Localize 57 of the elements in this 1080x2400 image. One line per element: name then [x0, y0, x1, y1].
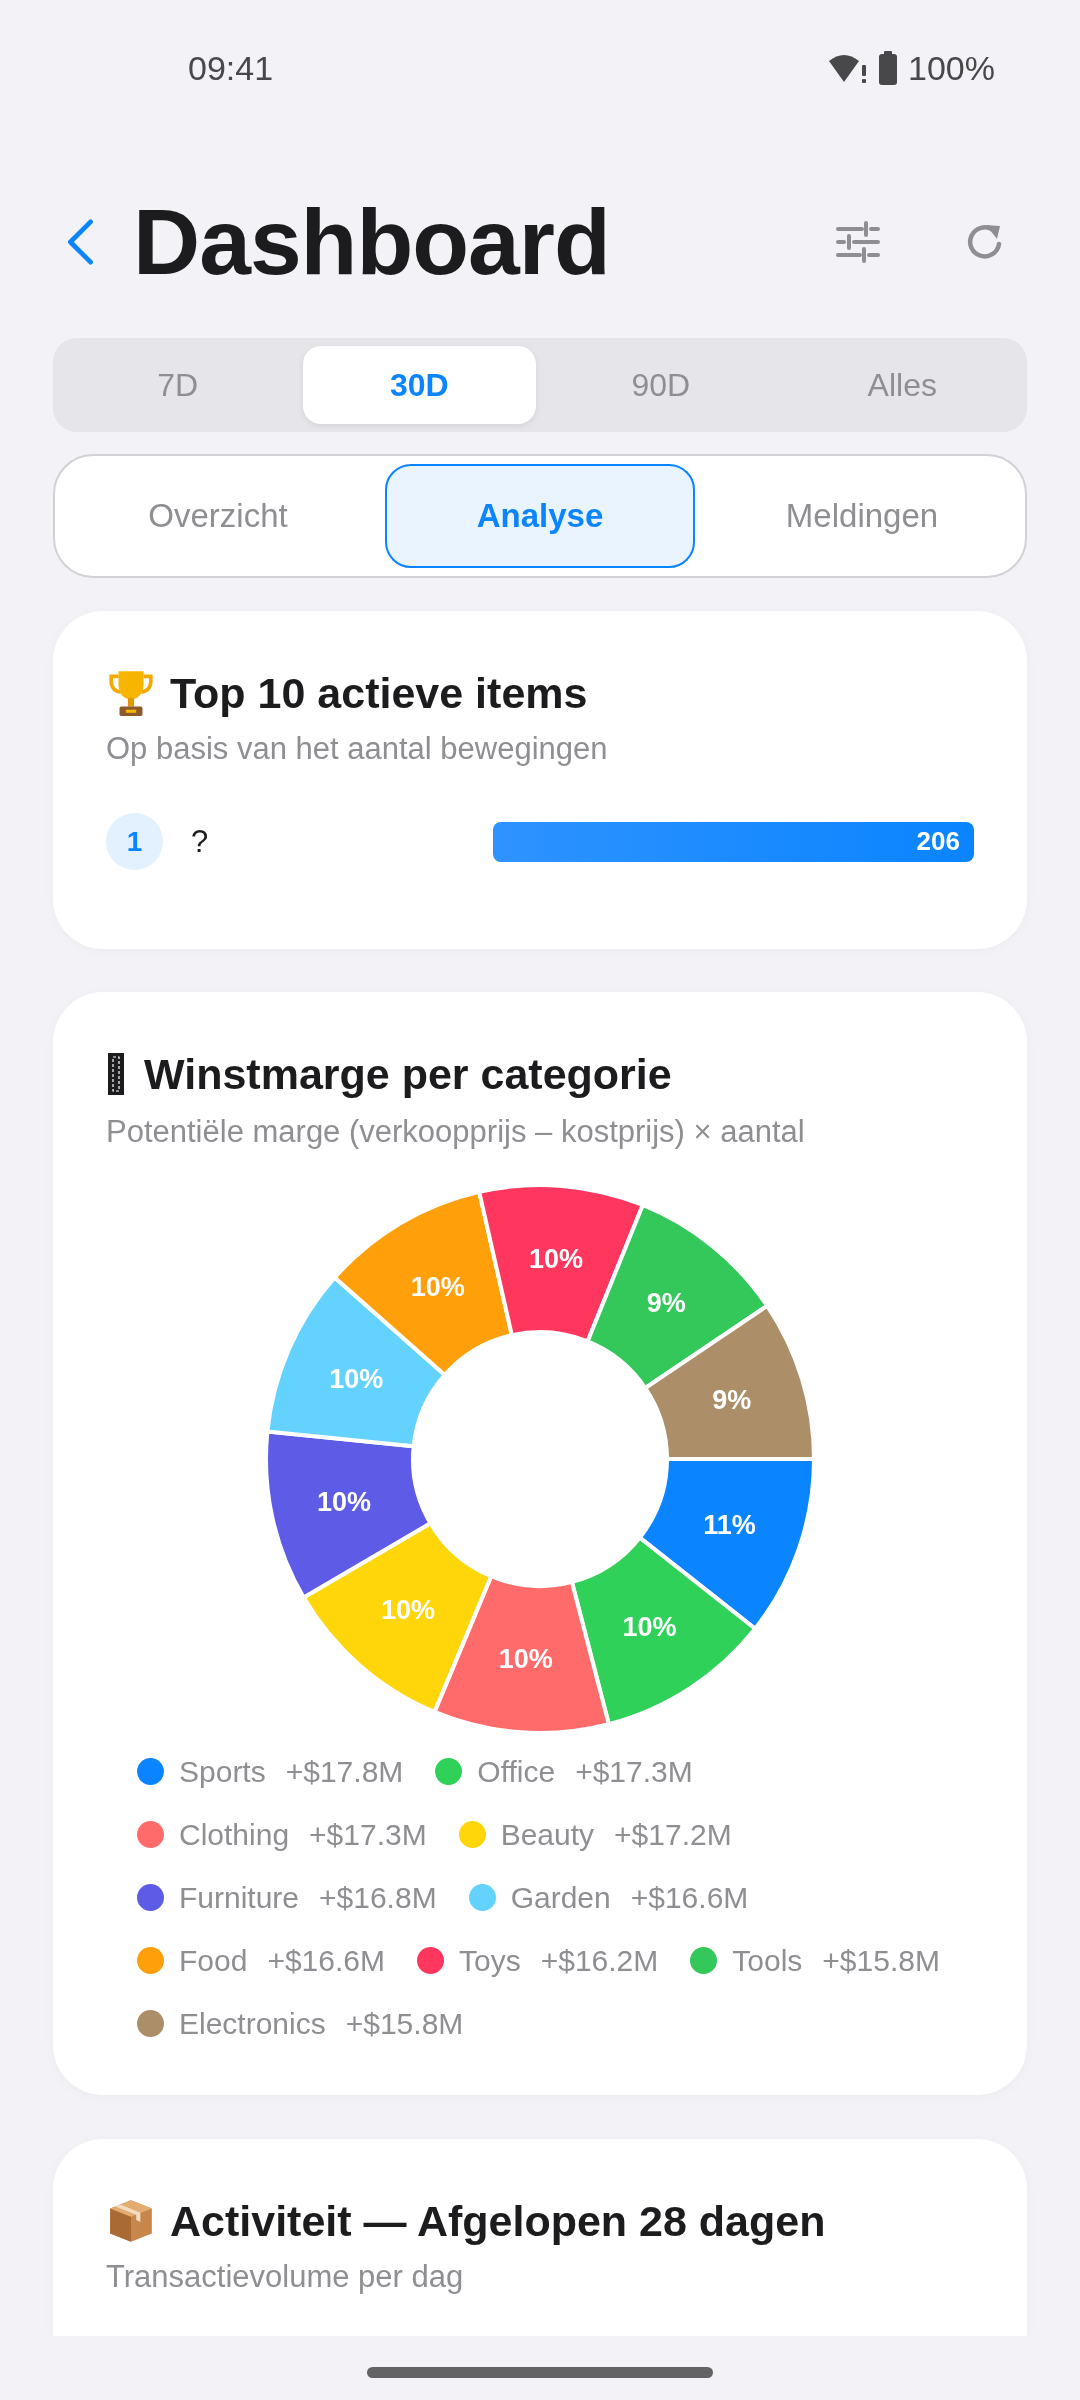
- legend-value: +$16.8M: [319, 1880, 437, 1915]
- legend-label: Food: [179, 1943, 248, 1978]
- legend-label: Garden: [510, 1880, 611, 1915]
- missing-glyph-icon: [108, 1053, 124, 1095]
- card-title: Top 10 actieve items: [170, 669, 588, 717]
- legend-value: +$16.6M: [630, 1880, 749, 1915]
- view-tab[interactable]: Meldingen: [707, 464, 1017, 568]
- legend-value: +$17.8M: [285, 1754, 404, 1789]
- item-name: ?: [191, 823, 209, 860]
- period-tab[interactable]: 7D: [61, 346, 295, 424]
- slice-label: 10%: [381, 1595, 436, 1625]
- slice-label: 9%: [646, 1288, 686, 1319]
- legend-label: Office: [477, 1754, 556, 1789]
- legend-label: Clothing: [179, 1817, 290, 1852]
- slice-label: 10%: [317, 1486, 372, 1517]
- rank-badge: 1: [106, 813, 163, 870]
- slice-label: 10%: [529, 1244, 584, 1275]
- legend-value: +$17.3M: [309, 1817, 427, 1852]
- back-chevron-icon: [65, 219, 95, 265]
- status-time: 09:41: [188, 48, 274, 88]
- legend-label: Sports: [179, 1754, 266, 1789]
- wifi-warning-icon: [828, 52, 869, 84]
- bar-value: 206: [916, 826, 960, 857]
- slice-label: 10%: [622, 1611, 677, 1642]
- legend-label: Tools: [732, 1943, 803, 1978]
- period-tab[interactable]: Alles: [785, 346, 1019, 424]
- legend-label: Toys: [459, 1943, 521, 1978]
- card-title: Winstmarge per categorie: [144, 1050, 672, 1098]
- view-tab[interactable]: Overzicht: [63, 464, 373, 568]
- legend-value: +$16.6M: [267, 1943, 385, 1978]
- sliders-icon: [835, 221, 881, 263]
- battery-icon: [878, 51, 899, 85]
- slice-label: 9%: [712, 1385, 752, 1416]
- filter-button[interactable]: [835, 221, 881, 263]
- card-subtitle: Op basis van het aantal bewegingen: [106, 731, 608, 767]
- legend-value: +$15.8M: [822, 1943, 940, 1978]
- card-title: Activiteit — Afgelopen 28 dagen: [170, 2197, 826, 2245]
- card-subtitle: Transactievolume per dag: [106, 2259, 464, 2295]
- legend-label: Electronics: [179, 2006, 326, 2041]
- slice-label: 10%: [329, 1363, 384, 1394]
- legend-label: Furniture: [179, 1880, 300, 1915]
- period-tab[interactable]: 90D: [544, 346, 778, 424]
- legend-value: +$15.8M: [345, 2006, 464, 2041]
- period-tab[interactable]: 30D: [302, 346, 536, 424]
- legend-value: +$17.2M: [614, 1817, 732, 1852]
- card-subtitle: Potentiële marge (verkoopprijs – kostprijs) × aantal: [106, 1114, 805, 1150]
- slice-label: 10%: [410, 1271, 465, 1302]
- legend-label: Beauty: [500, 1817, 595, 1852]
- back-button[interactable]: [65, 219, 95, 265]
- legend-value: +$17.3M: [575, 1754, 693, 1789]
- legend-value: +$16.2M: [540, 1943, 659, 1978]
- battery-percentage: 100%: [908, 48, 995, 88]
- slice-label: 10%: [498, 1644, 553, 1674]
- trophy-icon: [106, 668, 156, 718]
- view-tab[interactable]: Analyse: [385, 464, 695, 568]
- slice-label: 11%: [703, 1509, 756, 1540]
- page-title: Dashboard: [133, 195, 610, 289]
